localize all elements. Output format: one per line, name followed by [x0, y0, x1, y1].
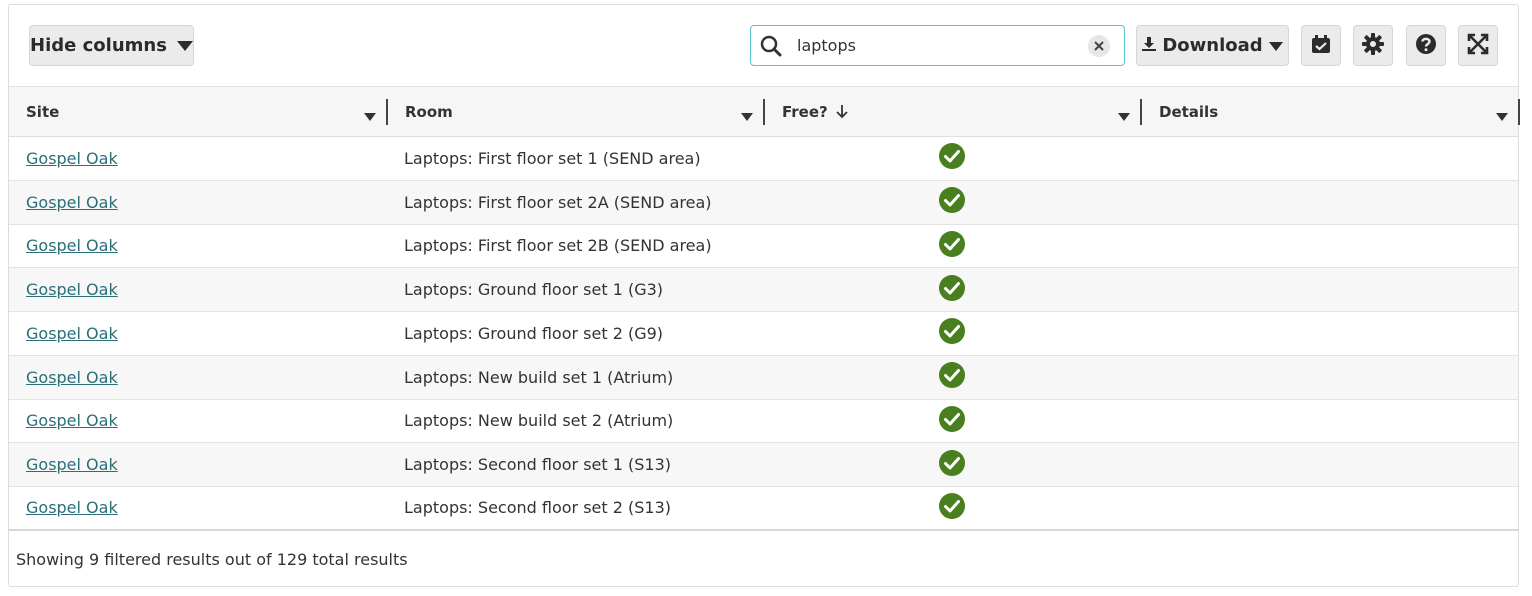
site-cell: Gospel Oak: [26, 268, 118, 311]
site-cell: Gospel Oak: [26, 225, 118, 268]
column-label: Details: [1159, 103, 1219, 121]
check-circle-icon: [939, 362, 965, 392]
column-header-room[interactable]: Room: [388, 87, 765, 137]
site-link[interactable]: Gospel Oak: [26, 149, 118, 168]
toolbar: Hide columns Download: [9, 5, 1518, 86]
column-menu-icon[interactable]: [1118, 107, 1130, 125]
site-cell: Gospel Oak: [26, 181, 118, 224]
results-summary: Showing 9 filtered results out of 129 to…: [16, 550, 408, 569]
table-header: Site Room Free? Details: [9, 86, 1520, 137]
table-panel: Hide columns Download: [8, 4, 1520, 587]
site-cell: Gospel Oak: [26, 400, 118, 443]
gear-icon: [1362, 32, 1384, 59]
check-circle-icon: [939, 318, 965, 348]
free-cell: [939, 312, 965, 355]
expand-icon: [1467, 33, 1489, 59]
check-circle-icon: [939, 187, 965, 217]
room-cell: Laptops: New build set 2 (Atrium): [404, 411, 674, 431]
caret-down-icon: [1268, 35, 1283, 56]
check-circle-icon: [939, 143, 965, 173]
settings-button[interactable]: [1353, 25, 1393, 66]
site-link[interactable]: Gospel Oak: [26, 280, 118, 299]
site-link[interactable]: Gospel Oak: [26, 324, 118, 343]
free-cell: [939, 225, 965, 268]
table-row: Gospel Oak Laptops: Second floor set 1 (S…: [9, 443, 1518, 487]
room-cell: Laptops: First floor set 2B (SEND area): [404, 236, 712, 256]
search-input[interactable]: [791, 30, 1088, 61]
site-link[interactable]: Gospel Oak: [26, 411, 118, 430]
table-row: Gospel Oak Laptops: First floor set 2A (S…: [9, 180, 1518, 225]
table-row: Gospel Oak Laptops: First floor set 1 (SE…: [9, 137, 1518, 181]
table-row: Gospel Oak Laptops: First floor set 2B (S…: [9, 225, 1518, 269]
site-cell: Gospel Oak: [26, 487, 118, 529]
site-cell: Gospel Oak: [26, 443, 118, 486]
clear-search-icon[interactable]: [1088, 34, 1110, 57]
search-icon: [751, 35, 791, 57]
column-label: Free?: [782, 103, 828, 121]
free-cell: [939, 137, 965, 180]
check-circle-icon: [939, 405, 965, 436]
table-row: Gospel Oak Laptops: New build set 2 (Atri…: [9, 400, 1518, 444]
room-cell: Laptops: First floor set 2A (SEND area): [404, 192, 712, 212]
table-row: Gospel Oak Laptops: Ground floor set 2 (G…: [9, 312, 1518, 356]
column-header-details[interactable]: Details: [1142, 87, 1520, 137]
column-header-free[interactable]: Free?: [765, 87, 1142, 137]
download-button[interactable]: Download: [1136, 25, 1289, 66]
room-cell: Laptops: First floor set 1 (SEND area): [404, 148, 701, 168]
free-cell: [939, 487, 965, 529]
column-menu-icon[interactable]: [1496, 107, 1508, 125]
hide-columns-label: Hide columns: [30, 35, 167, 56]
hide-columns-button[interactable]: Hide columns: [29, 25, 194, 66]
table-row: Gospel Oak Laptops: New build set 1 (Atri…: [9, 355, 1518, 400]
search-box: [750, 25, 1125, 66]
room-cell: Laptops: Second floor set 2 (S13): [404, 498, 671, 518]
free-cell: [939, 443, 965, 486]
calendar-check-icon: [1311, 34, 1331, 58]
column-resize-handle[interactable]: [1518, 99, 1520, 125]
site-link[interactable]: Gospel Oak: [26, 193, 118, 212]
column-menu-icon[interactable]: [364, 107, 376, 125]
room-cell: Laptops: Second floor set 1 (S13): [404, 455, 671, 475]
sort-descending-icon: [836, 105, 848, 119]
table-body: Gospel Oak Laptops: First floor set 1 (SE…: [9, 137, 1518, 531]
room-cell: Laptops: New build set 1 (Atrium): [404, 367, 674, 387]
calendar-check-button[interactable]: [1301, 25, 1341, 66]
help-button[interactable]: [1406, 25, 1446, 66]
site-link[interactable]: Gospel Oak: [26, 498, 118, 517]
room-cell: Laptops: Ground floor set 1 (G3): [404, 280, 664, 300]
site-cell: Gospel Oak: [26, 312, 118, 355]
column-label: Site: [26, 103, 60, 121]
table-row: Gospel Oak Laptops: Ground floor set 1 (G…: [9, 268, 1518, 312]
free-cell: [939, 356, 965, 399]
check-circle-icon: [939, 449, 965, 480]
check-circle-icon: [939, 230, 965, 261]
check-circle-icon: [939, 274, 965, 305]
download-label: Download: [1162, 35, 1263, 56]
site-link[interactable]: Gospel Oak: [26, 455, 118, 474]
caret-down-icon: [176, 35, 193, 56]
column-label: Room: [405, 103, 453, 121]
site-cell: Gospel Oak: [26, 137, 118, 180]
column-menu-icon[interactable]: [741, 107, 753, 125]
free-cell: [939, 181, 965, 224]
fullscreen-button[interactable]: [1458, 25, 1498, 66]
site-link[interactable]: Gospel Oak: [26, 236, 118, 255]
site-cell: Gospel Oak: [26, 356, 118, 399]
help-icon: [1415, 33, 1437, 59]
site-link[interactable]: Gospel Oak: [26, 368, 118, 387]
download-icon: [1142, 35, 1157, 56]
table-row: Gospel Oak Laptops: Second floor set 2 (S…: [9, 487, 1518, 531]
column-header-site[interactable]: Site: [9, 87, 388, 137]
check-circle-icon: [939, 492, 965, 523]
free-cell: [939, 400, 965, 443]
free-cell: [939, 268, 965, 311]
room-cell: Laptops: Ground floor set 2 (G9): [404, 323, 664, 343]
